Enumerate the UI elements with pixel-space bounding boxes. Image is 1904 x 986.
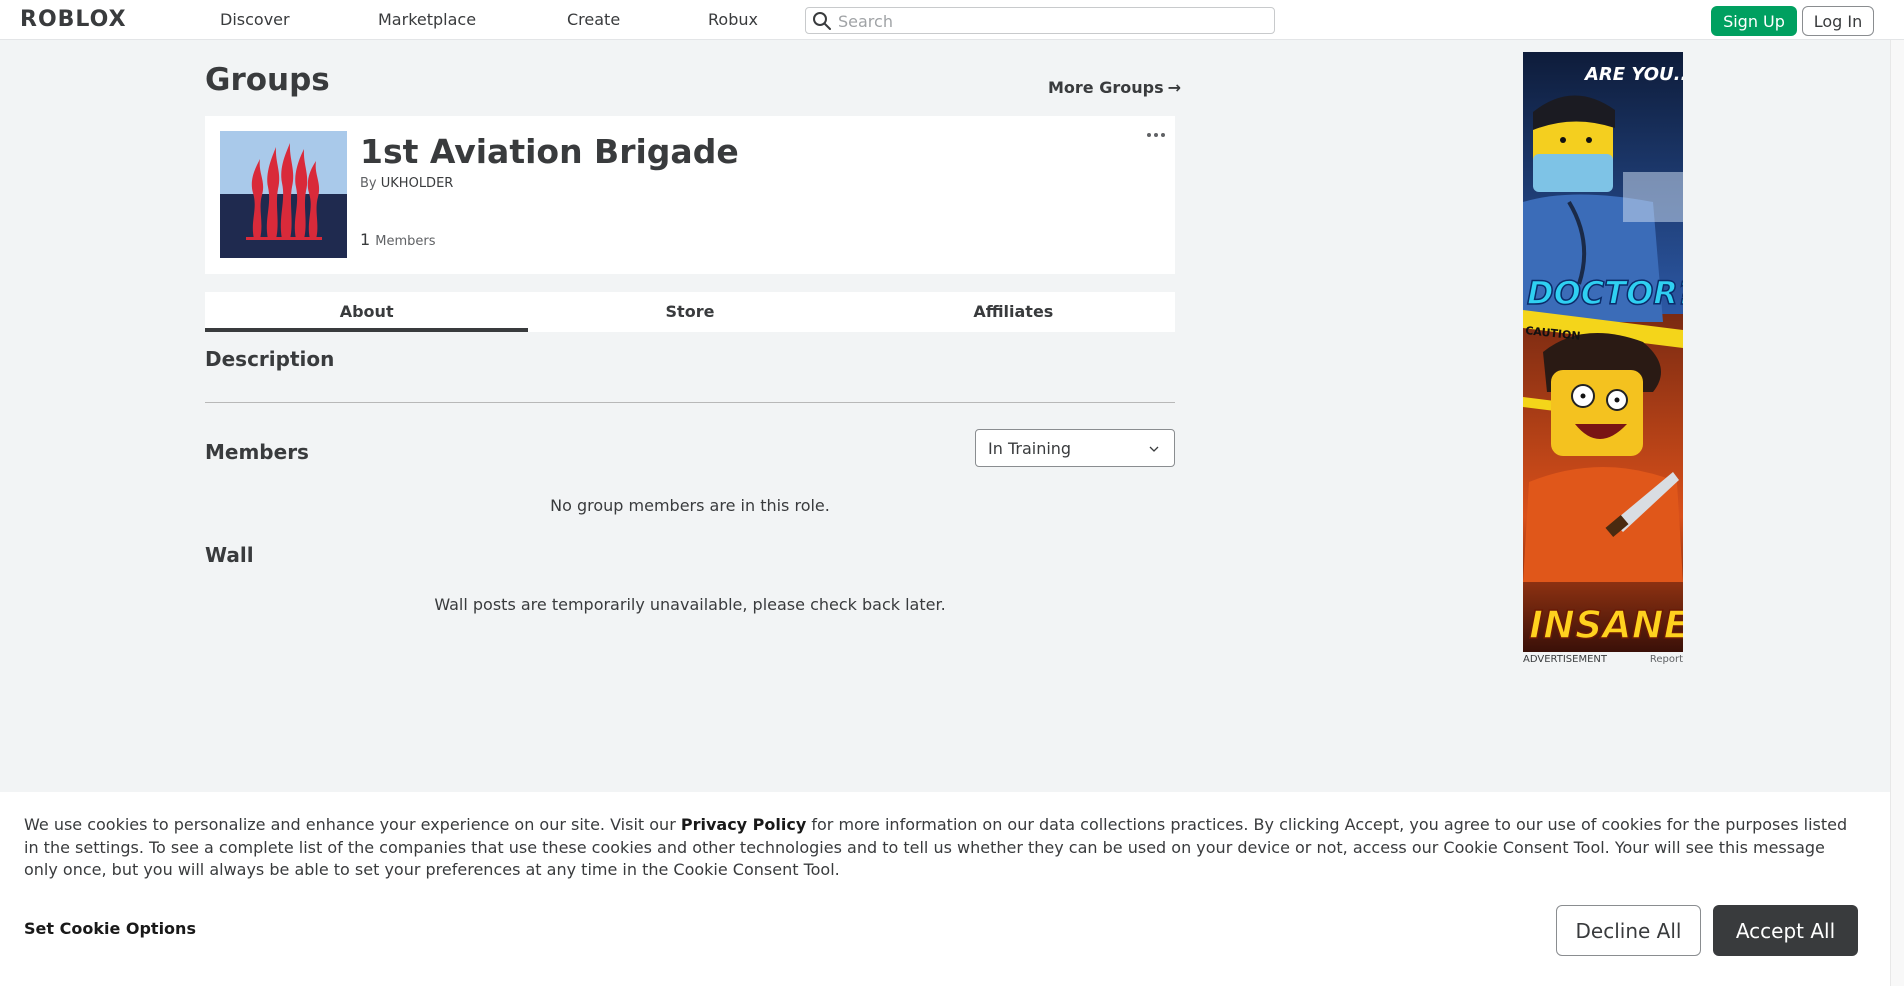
tab-about[interactable]: About xyxy=(205,292,529,332)
advertisement-banner[interactable]: ARE YOU... DOCTOR? CAUTION INSANE? xyxy=(1523,52,1683,652)
by-label: By xyxy=(360,176,377,191)
group-name: 1st Aviation Brigade xyxy=(360,132,739,171)
decline-all-button[interactable]: Decline All xyxy=(1556,905,1701,956)
sign-up-button[interactable]: Sign Up xyxy=(1711,6,1797,36)
cookie-consent-text: We use cookies to personalize and enhanc… xyxy=(24,814,1854,882)
more-options-icon[interactable] xyxy=(1145,128,1167,142)
set-cookie-options-link[interactable]: Set Cookie Options xyxy=(24,919,196,938)
cookie-consent-banner: We use cookies to personalize and enhanc… xyxy=(0,792,1890,986)
log-in-button[interactable]: Log In xyxy=(1802,6,1874,36)
description-heading: Description xyxy=(205,347,335,371)
advertisement-label: ADVERTISEMENT xyxy=(1523,654,1608,665)
roblox-logo[interactable]: RОBLOX xyxy=(20,7,127,32)
accept-all-button[interactable]: Accept All xyxy=(1713,905,1858,956)
ad-insane-text: INSANE? xyxy=(1529,603,1683,647)
cookie-text-part1: We use cookies to personalize and enhanc… xyxy=(24,815,681,834)
tab-affiliates[interactable]: Affiliates xyxy=(852,292,1175,332)
top-navigation-bar: RОBLOX Discover Marketplace Create Robux… xyxy=(0,0,1904,40)
more-groups-link[interactable]: More Groups → xyxy=(1048,78,1181,97)
group-owner: By UKHOLDER xyxy=(360,176,453,191)
owner-link[interactable]: UKHOLDER xyxy=(381,176,454,191)
group-header-card: 1st Aviation Brigade By UKHOLDER 1 Membe… xyxy=(205,116,1175,274)
nav-discover[interactable]: Discover xyxy=(220,10,290,29)
role-dropdown[interactable]: In Training xyxy=(975,429,1175,467)
nav-create[interactable]: Create xyxy=(567,10,620,29)
members-heading: Members xyxy=(205,440,309,464)
search-icon[interactable] xyxy=(812,11,832,31)
page-scrollbar[interactable] xyxy=(1890,40,1904,986)
member-count: 1 Members xyxy=(360,230,436,249)
arrow-right-icon: → xyxy=(1167,78,1182,97)
chevron-down-icon xyxy=(1149,446,1159,452)
nav-marketplace[interactable]: Marketplace xyxy=(378,10,476,29)
no-members-message: No group members are in this role. xyxy=(550,496,830,515)
search-input[interactable] xyxy=(838,10,1268,32)
ad-report-link[interactable]: Report xyxy=(1650,654,1683,665)
page-title: Groups xyxy=(205,62,330,98)
more-groups-label: More Groups xyxy=(1048,78,1164,97)
wall-unavailable-message: Wall posts are temporarily unavailable, … xyxy=(434,595,946,614)
ad-doctor-text: DOCTOR? xyxy=(1527,274,1683,312)
privacy-policy-link[interactable]: Privacy Policy xyxy=(681,815,806,834)
member-count-value: 1 xyxy=(360,230,371,249)
ad-are-you-text: ARE YOU... xyxy=(1583,64,1683,85)
nav-robux[interactable]: Robux xyxy=(708,10,758,29)
group-tabs: About Store Affiliates xyxy=(205,292,1175,332)
group-emblem xyxy=(220,131,347,258)
role-dropdown-value: In Training xyxy=(988,439,1072,458)
search-box xyxy=(805,7,1275,34)
member-count-label: Members xyxy=(375,234,436,249)
section-divider xyxy=(205,402,1175,403)
advertisement-footer: ADVERTISEMENT Report xyxy=(1523,654,1683,665)
tab-store[interactable]: Store xyxy=(528,292,851,332)
wall-heading: Wall xyxy=(205,543,254,567)
